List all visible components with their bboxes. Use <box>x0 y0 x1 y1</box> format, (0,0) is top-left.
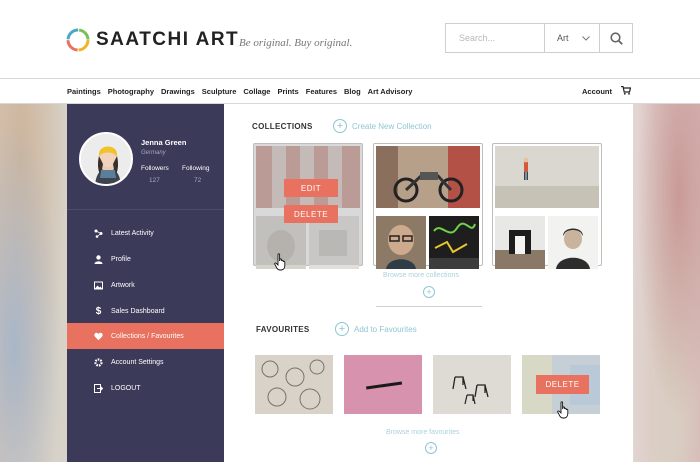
nav-item-prints[interactable]: Prints <box>277 87 298 96</box>
nav-item-photography[interactable]: Photography <box>108 87 154 96</box>
collection-image <box>548 216 598 269</box>
chevron-down-icon <box>582 35 590 41</box>
collection-image <box>495 146 599 208</box>
create-collection-label: Create New Collection <box>352 121 432 131</box>
following-label[interactable]: Following <box>182 165 209 172</box>
favourites-title: FAVOURITES <box>256 325 310 334</box>
add-to-favourites-label: Add to Favourites <box>354 324 417 334</box>
collection-image <box>376 216 426 269</box>
expand-favourites-icon[interactable]: + <box>425 442 437 454</box>
browse-more-collections-link[interactable]: Browse more collections <box>383 272 459 279</box>
nav-item-features[interactable]: Features <box>306 87 337 96</box>
profile-country: Germany <box>141 150 166 156</box>
sidebar-item-label: Profile <box>111 255 131 263</box>
browse-more-favourites-link[interactable]: Browse more favourites <box>386 429 460 436</box>
sidebar-item-account-settings[interactable]: Account Settings <box>67 349 224 375</box>
site-header: SAATCHI ART Be original. Buy original. A… <box>0 0 700 78</box>
edit-collection-button[interactable]: EDIT <box>284 179 338 197</box>
sidebar-item-artwork[interactable]: Artwork <box>67 272 224 298</box>
collection-card[interactable] <box>492 143 602 269</box>
sidebar-item-label: Collections / Favourites <box>111 332 184 340</box>
avatar-portrait <box>81 134 131 184</box>
background-blur-right <box>630 78 700 462</box>
delete-collection-button[interactable]: DELETE <box>284 205 338 223</box>
section-divider <box>376 306 482 307</box>
search-bar: Art <box>445 23 633 53</box>
sidebar-divider <box>67 209 224 210</box>
nav-item-collage[interactable]: Collage <box>243 87 270 96</box>
favourite-artwork[interactable] <box>255 355 333 414</box>
delete-favourite-button[interactable]: DELETE <box>536 375 589 394</box>
nav-item-art-advisory[interactable]: Art Advisory <box>368 87 413 96</box>
sidebar-item-label: Sales Dashboard <box>111 307 165 315</box>
main-content: COLLECTIONS + Create New Collection EDIT… <box>224 104 633 462</box>
favourite-artwork[interactable] <box>433 355 511 414</box>
favourite-artwork[interactable] <box>344 355 422 414</box>
user-icon <box>94 254 103 264</box>
add-circle-icon: + <box>335 322 349 336</box>
search-input[interactable] <box>446 24 545 52</box>
brand-tagline: Be original. Buy original. <box>239 37 353 49</box>
collection-image <box>429 216 479 269</box>
search-icon <box>609 31 623 45</box>
nav-account-link[interactable]: Account <box>582 87 612 96</box>
collection-card[interactable]: EDIT DELETE <box>253 143 363 269</box>
sidebar-item-profile[interactable]: Profile <box>67 246 224 272</box>
sidebar-item-sales-dashboard[interactable]: $ Sales Dashboard <box>67 298 224 324</box>
sidebar-item-logout[interactable]: LOGOUT <box>67 375 224 401</box>
add-to-favourites-button[interactable]: + Add to Favourites <box>335 322 417 336</box>
search-category-select[interactable]: Art <box>545 24 600 52</box>
logout-icon <box>94 383 103 393</box>
collection-image <box>495 216 545 269</box>
search-button[interactable] <box>600 24 632 52</box>
cart-icon[interactable] <box>621 86 631 95</box>
nav-item-sculpture[interactable]: Sculpture <box>202 87 237 96</box>
dollar-icon: $ <box>95 305 102 317</box>
expand-collections-icon[interactable]: + <box>423 286 435 298</box>
sidebar-item-label: Account Settings <box>111 358 164 366</box>
followers-label[interactable]: Followers <box>141 165 169 172</box>
sidebar-item-label: LOGOUT <box>111 384 141 392</box>
search-category-value: Art <box>557 33 569 43</box>
create-collection-button[interactable]: + Create New Collection <box>333 119 432 133</box>
sidebar-item-label: Latest Activity <box>111 229 154 237</box>
heart-icon <box>94 332 103 341</box>
profile-name[interactable]: Jenna Green <box>141 138 186 147</box>
account-sidebar: Jenna Green Germany Followers Following … <box>67 104 227 462</box>
avatar[interactable] <box>79 132 133 186</box>
background-blur-left <box>0 78 70 462</box>
main-nav: Paintings Photography Drawings Sculpture… <box>0 78 700 104</box>
add-circle-icon: + <box>333 119 347 133</box>
collection-card[interactable] <box>373 143 483 269</box>
sidebar-item-latest-activity[interactable]: Latest Activity <box>67 220 224 246</box>
sidebar-item-collections-favourites[interactable]: Collections / Favourites <box>67 323 227 349</box>
hand-cursor-icon <box>274 253 286 271</box>
brand-name[interactable]: SAATCHI ART <box>96 29 239 51</box>
nav-item-drawings[interactable]: Drawings <box>161 87 195 96</box>
saatchi-logo-icon[interactable] <box>66 28 90 52</box>
collection-image <box>376 146 480 208</box>
gear-icon <box>94 357 103 367</box>
sidebar-item-label: Artwork <box>111 281 135 289</box>
image-icon <box>94 281 103 290</box>
followers-count: 127 <box>149 177 160 184</box>
following-count: 72 <box>194 177 202 184</box>
collections-title: COLLECTIONS <box>252 122 313 131</box>
activity-icon <box>94 229 103 238</box>
nav-item-paintings[interactable]: Paintings <box>67 87 101 96</box>
nav-item-blog[interactable]: Blog <box>344 87 361 96</box>
hand-cursor-icon <box>557 401 569 419</box>
